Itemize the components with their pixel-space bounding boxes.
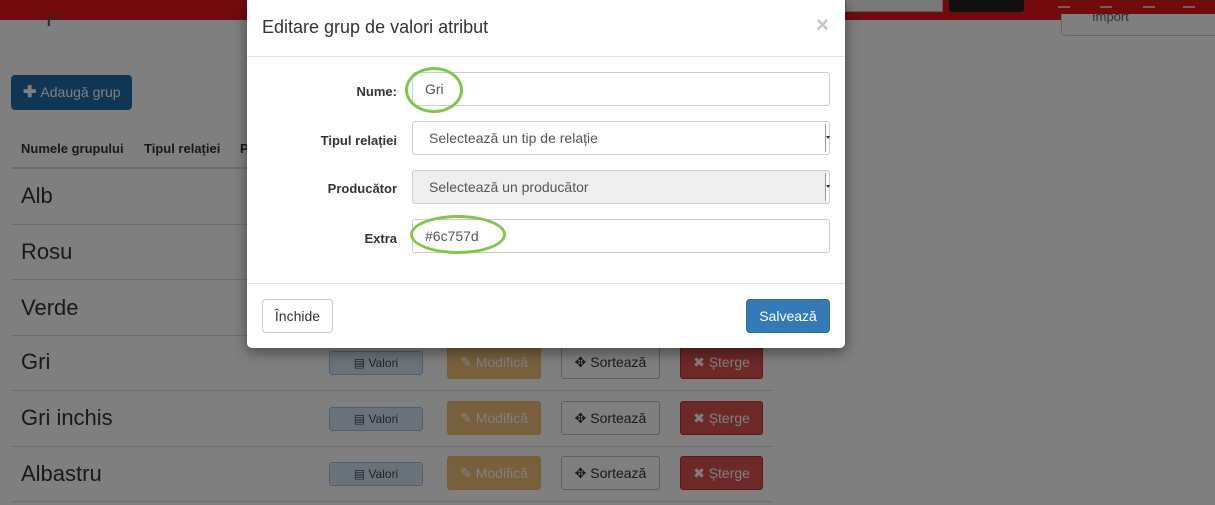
edit-group-modal: Editare grup de valori atribut × Nume: G… (247, 0, 845, 348)
name-input[interactable]: Gri (412, 72, 830, 106)
chevron-down-icon (825, 173, 830, 201)
modal-header: Editare grup de valori atribut × (247, 0, 845, 57)
name-label: Nume: (356, 84, 397, 99)
producer-value: Selectează un producător (429, 179, 589, 195)
modal-title: Editare grup de valori atribut (262, 17, 489, 37)
relation-type-select[interactable]: Selectează un tip de relație (412, 121, 830, 155)
save-button[interactable]: Salvează (746, 299, 830, 333)
close-icon[interactable]: × (816, 12, 829, 38)
producer-select[interactable]: Selectează un producător (412, 170, 830, 204)
extra-label: Extra (364, 231, 397, 246)
relation-type-label: Tipul relației (320, 133, 397, 148)
highlight-ring (410, 215, 506, 254)
chevron-down-icon (825, 124, 830, 152)
close-button[interactable]: Închide (262, 299, 333, 333)
producer-label: Producător (327, 181, 397, 196)
relation-type-value: Selectează un tip de relație (429, 130, 598, 146)
modal-footer: Închide Salvează (247, 283, 845, 348)
highlight-ring (405, 67, 463, 113)
